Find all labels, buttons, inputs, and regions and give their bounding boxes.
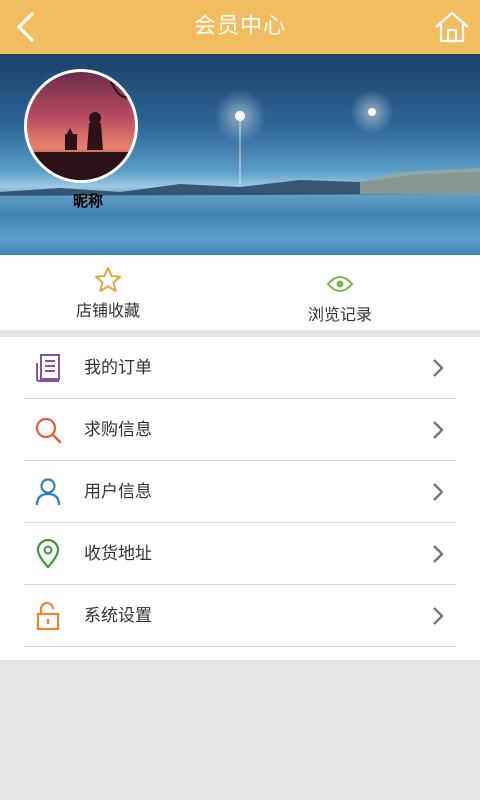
order-list-icon (36, 354, 60, 382)
menu-item-user-info[interactable]: 用户信息 (24, 461, 456, 523)
menu-item-shipping-address[interactable]: 收货地址 (24, 523, 456, 585)
top-bar: 会员中心 (0, 0, 480, 54)
location-pin-icon (36, 539, 60, 569)
browse-history-label: 浏览记录 (307, 305, 372, 324)
chevron-right-icon (433, 483, 444, 501)
chevron-right-icon (433, 607, 444, 625)
unlock-icon (36, 601, 60, 631)
chevron-right-icon (433, 359, 444, 377)
menu-item-label: 收货地址 (84, 544, 152, 564)
menu-list: 我的订单 求购信息 用户信息 收货地址 系统设置 (0, 337, 480, 660)
chevron-right-icon (433, 545, 444, 563)
menu-item-label: 用户信息 (84, 482, 152, 502)
eye-icon (326, 276, 354, 292)
search-icon (35, 417, 62, 444)
menu-item-system-settings[interactable]: 系统设置 (24, 585, 456, 647)
home-icon[interactable] (432, 8, 472, 46)
favorite-shops-label: 店铺收藏 (75, 301, 140, 320)
menu-item-label: 求购信息 (84, 420, 152, 440)
profile-banner: 昵称 (0, 54, 480, 255)
avatar-image (27, 81, 135, 180)
menu-item-my-orders[interactable]: 我的订单 (24, 337, 456, 399)
menu-item-label: 系统设置 (84, 606, 152, 626)
favorite-shops-button[interactable]: 店铺收藏 (8, 255, 208, 330)
nickname[interactable]: 昵称 (40, 190, 136, 211)
avatar[interactable] (24, 69, 138, 183)
user-icon (35, 478, 61, 506)
star-icon (95, 267, 121, 292)
quick-links: 店铺收藏 浏览记录 (0, 255, 480, 330)
chevron-right-icon (433, 421, 444, 439)
page-title: 会员中心 (193, 14, 286, 39)
menu-item-label: 我的订单 (84, 358, 152, 378)
menu-item-purchase-requests[interactable]: 求购信息 (24, 399, 456, 461)
browse-history-button[interactable]: 浏览记录 (240, 255, 440, 330)
